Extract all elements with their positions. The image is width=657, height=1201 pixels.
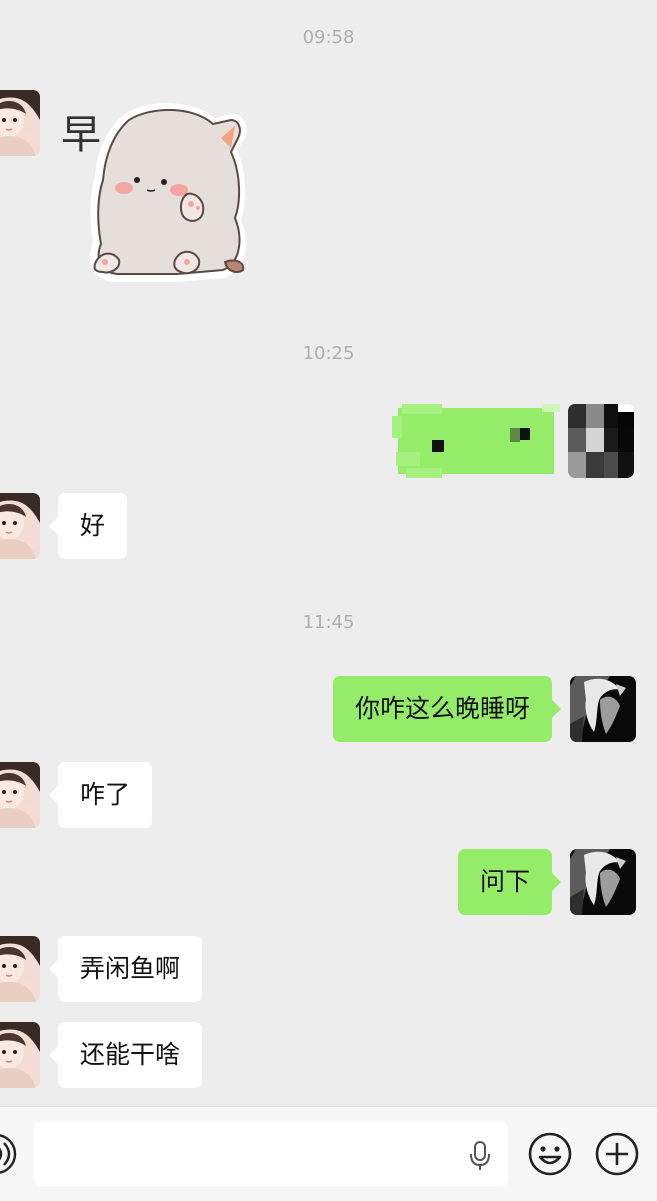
contact-avatar[interactable] xyxy=(0,493,40,559)
pixelated-message[interactable] xyxy=(392,404,560,478)
add-icon[interactable] xyxy=(594,1131,640,1181)
contact-avatar[interactable] xyxy=(0,90,40,156)
contact-avatar[interactable] xyxy=(0,1022,40,1088)
microphone-icon[interactable] xyxy=(468,1140,492,1176)
outgoing-message[interactable]: 你咋这么晚睡呀 xyxy=(332,676,562,742)
own-avatar[interactable] xyxy=(570,849,636,915)
message-input[interactable] xyxy=(34,1122,508,1186)
contact-avatar[interactable] xyxy=(0,936,40,1002)
incoming-message[interactable]: 好 xyxy=(48,493,128,559)
incoming-message[interactable]: 弄闲鱼啊 xyxy=(48,936,203,1002)
emoji-icon[interactable] xyxy=(527,1131,573,1181)
contact-avatar[interactable] xyxy=(0,762,40,828)
incoming-message[interactable]: 咋了 xyxy=(48,762,153,828)
incoming-message[interactable]: 还能干啥 xyxy=(48,1022,203,1088)
timestamp: 09:58 xyxy=(302,27,355,48)
outgoing-message[interactable]: 问下 xyxy=(457,849,562,915)
timestamp: 11:45 xyxy=(302,612,355,633)
input-bar xyxy=(0,1106,657,1201)
voice-toggle-icon[interactable] xyxy=(0,1131,18,1181)
own-avatar-pixelated[interactable] xyxy=(568,404,634,478)
timestamp: 10:25 xyxy=(302,343,355,364)
own-avatar[interactable] xyxy=(570,676,636,742)
cat-sticker[interactable]: 早 xyxy=(55,92,265,292)
sticker-text: 早 xyxy=(61,112,101,158)
